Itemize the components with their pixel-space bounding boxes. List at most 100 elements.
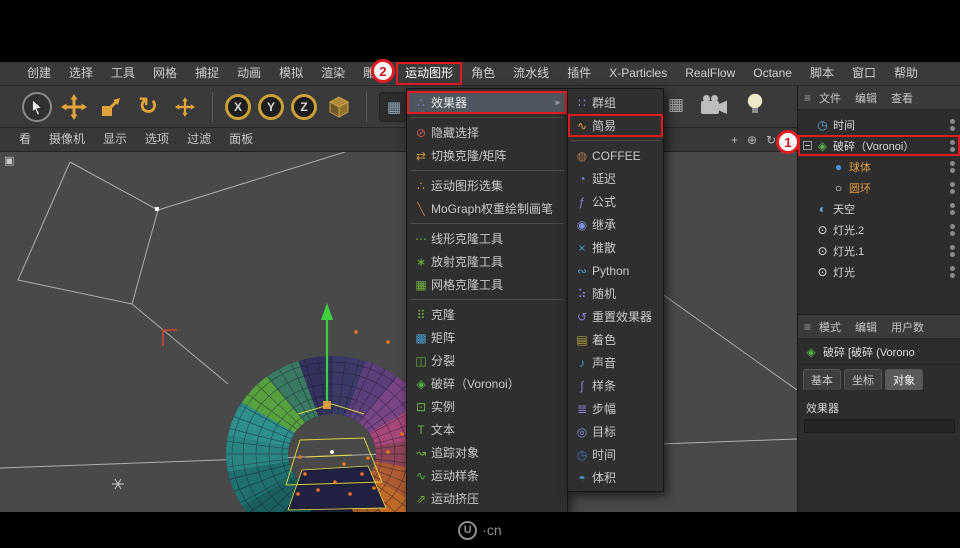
live-selection-tool[interactable] bbox=[22, 92, 52, 122]
mograph-menu-item-tracer[interactable]: ↝追踪对象 bbox=[407, 441, 567, 464]
om-menu-file[interactable]: 文件 bbox=[819, 90, 841, 106]
om-menu-view[interactable]: 查看 bbox=[891, 90, 913, 106]
mograph-menu-item-moextrude[interactable]: ⇗运动挤压 bbox=[407, 487, 567, 510]
object-row-light-2[interactable]: ⊙灯光.2 bbox=[798, 219, 960, 240]
effector-submenu-item-random[interactable]: ⠵随机 bbox=[568, 282, 663, 305]
mograph-menu-item-swap-cloner-matrix[interactable]: ⇄切换克隆/矩阵 bbox=[407, 144, 567, 167]
mograph-menu-item-voronoi-fracture[interactable]: ◈破碎（Voronoi） bbox=[407, 372, 567, 395]
menubar-item-window[interactable]: 窗口 bbox=[843, 62, 885, 85]
am-menu-edit[interactable]: 编辑 bbox=[855, 319, 877, 335]
visibility-toggles[interactable] bbox=[950, 224, 955, 236]
effector-submenu-item-step[interactable]: ≣步幅 bbox=[568, 397, 663, 420]
effector-submenu-item-shader[interactable]: ▤着色 bbox=[568, 328, 663, 351]
coordinate-system-button[interactable] bbox=[324, 92, 354, 122]
effector-submenu-item-group[interactable]: ∷群组 bbox=[568, 91, 663, 114]
mograph-menu-item-effectors[interactable]: ∴效果器► bbox=[407, 91, 567, 114]
floor-object-button[interactable]: ▦ bbox=[668, 95, 684, 115]
zoom-view-icon[interactable]: ⊕ bbox=[747, 133, 757, 147]
am-menu-user-data[interactable]: 用户数 bbox=[891, 319, 924, 335]
render-view-button[interactable]: ▦ bbox=[379, 92, 409, 122]
effector-submenu-item-coffee[interactable]: ◍COFFEE bbox=[568, 144, 663, 167]
object-row-voronoi-fracture[interactable]: ◈破碎（Voronoi） bbox=[798, 135, 960, 156]
mograph-menu-item-mospline[interactable]: ∿运动样条 bbox=[407, 464, 567, 487]
menubar-item-script[interactable]: 脚本 bbox=[801, 62, 843, 85]
mograph-menu-item-weight-paintbrush[interactable]: ╲MoGraph权重绘制画笔 bbox=[407, 197, 567, 220]
effector-submenu-item-inheritance[interactable]: ◉继承 bbox=[568, 213, 663, 236]
mograph-menu-item-linear-clone-tool[interactable]: ⋯线形克隆工具 bbox=[407, 227, 567, 250]
recent-tool-slot[interactable] bbox=[170, 92, 200, 122]
object-row-torus[interactable]: ○圆环 bbox=[798, 177, 960, 198]
menubar-item-octane[interactable]: Octane bbox=[744, 62, 801, 85]
viewport-menu-item-panel[interactable]: 面板 bbox=[220, 128, 262, 151]
visibility-toggles[interactable] bbox=[950, 119, 955, 131]
menubar-item-tools[interactable]: 工具 bbox=[102, 62, 144, 85]
mograph-menu-item-fracture[interactable]: ◫分裂 bbox=[407, 349, 567, 372]
rotate-view-icon[interactable]: ↻ bbox=[766, 133, 776, 147]
z-axis-lock-button[interactable]: Z bbox=[291, 94, 317, 120]
visibility-toggles[interactable] bbox=[950, 266, 955, 278]
mograph-menu-item-text[interactable]: T文本 bbox=[407, 418, 567, 441]
attribute-tab-basic[interactable]: 基本 bbox=[803, 369, 841, 391]
effector-submenu-item-sound[interactable]: ♪声音 bbox=[568, 351, 663, 374]
panel-menu-icon[interactable]: ≡ bbox=[804, 91, 811, 105]
y-axis-lock-button[interactable]: Y bbox=[258, 94, 284, 120]
mograph-menu-item-hide-selection[interactable]: ⊘隐藏选择 bbox=[407, 121, 567, 144]
menubar-item-simulate[interactable]: 模拟 bbox=[270, 62, 312, 85]
menubar-item-animate[interactable]: 动画 bbox=[228, 62, 270, 85]
effector-submenu-item-spline[interactable]: ∫样条 bbox=[568, 374, 663, 397]
light-object-button[interactable] bbox=[746, 92, 764, 118]
attribute-tab-object[interactable]: 对象 bbox=[885, 369, 923, 391]
menubar-item-render[interactable]: 渲染 bbox=[312, 62, 354, 85]
attribute-tab-coord[interactable]: 坐标 bbox=[844, 369, 882, 391]
visibility-toggles[interactable] bbox=[950, 245, 955, 257]
mograph-menu-item-grid-clone-tool[interactable]: ▦网格克隆工具 bbox=[407, 273, 567, 296]
visibility-toggles[interactable] bbox=[950, 161, 955, 173]
menubar-item-mograph[interactable]: 运动图形 bbox=[396, 62, 462, 85]
object-row-sphere[interactable]: ●球体 bbox=[798, 156, 960, 177]
viewport-menu-item-filter[interactable]: 过滤 bbox=[178, 128, 220, 151]
om-menu-edit[interactable]: 编辑 bbox=[855, 90, 877, 106]
effector-submenu-item-reeffector[interactable]: ↺重置效果器 bbox=[568, 305, 663, 328]
viewport-canvas[interactable] bbox=[0, 152, 797, 512]
menubar-item-mesh[interactable]: 网格 bbox=[144, 62, 186, 85]
mograph-menu-item-matrix[interactable]: ▩矩阵 bbox=[407, 326, 567, 349]
pan-view-icon[interactable]: + bbox=[731, 133, 738, 147]
object-row-light-1[interactable]: ⊙灯光.1 bbox=[798, 240, 960, 261]
object-row-time[interactable]: ◷时间 bbox=[798, 114, 960, 135]
visibility-toggles[interactable] bbox=[950, 140, 955, 152]
effectors-list-field[interactable] bbox=[804, 419, 955, 433]
viewport-menu-item-options[interactable]: 选项 bbox=[136, 128, 178, 151]
effector-submenu-item-formula[interactable]: ƒ公式 bbox=[568, 190, 663, 213]
mograph-menu-item-cloner[interactable]: ⠿克隆 bbox=[407, 303, 567, 326]
panel-menu-icon[interactable]: ≡ bbox=[804, 320, 811, 334]
scale-tool[interactable] bbox=[96, 92, 126, 122]
move-tool[interactable] bbox=[59, 92, 89, 122]
effector-submenu-item-push-apart[interactable]: ×推散 bbox=[568, 236, 663, 259]
effector-submenu-item-delay[interactable]: ◔延迟 bbox=[568, 167, 663, 190]
effector-submenu-item-time[interactable]: ◷时间 bbox=[568, 443, 663, 466]
effector-submenu-item-python[interactable]: ∾Python bbox=[568, 259, 663, 282]
menubar-item-pipeline[interactable]: 流水线 bbox=[504, 62, 558, 85]
visibility-toggles[interactable] bbox=[950, 203, 955, 215]
effector-submenu-item-plain[interactable]: ∿简易 bbox=[568, 114, 663, 137]
mograph-menu-item-instance[interactable]: ⊡实例 bbox=[407, 395, 567, 418]
expand-collapse-toggle[interactable] bbox=[803, 141, 812, 150]
menubar-item-help[interactable]: 帮助 bbox=[885, 62, 927, 85]
object-row-light[interactable]: ⊙灯光 bbox=[798, 261, 960, 282]
visibility-toggles[interactable] bbox=[950, 182, 955, 194]
menubar-item-x-particles[interactable]: X-Particles bbox=[600, 62, 676, 85]
menubar-item-character[interactable]: 角色 bbox=[462, 62, 504, 85]
menubar-item-select[interactable]: 选择 bbox=[60, 62, 102, 85]
camera-object-button[interactable] bbox=[700, 94, 730, 116]
object-row-sky[interactable]: ◐天空 bbox=[798, 198, 960, 219]
rotate-tool[interactable]: ↻ bbox=[133, 92, 163, 122]
viewport-menu-item-display[interactable]: 显示 bbox=[94, 128, 136, 151]
x-axis-lock-button[interactable]: X bbox=[225, 94, 251, 120]
effector-submenu-item-target[interactable]: ◎目标 bbox=[568, 420, 663, 443]
mograph-menu-item-radial-clone-tool[interactable]: ∗放射克隆工具 bbox=[407, 250, 567, 273]
effector-submenu-item-volume[interactable]: ◓体积 bbox=[568, 466, 663, 489]
am-menu-mode[interactable]: 模式 bbox=[819, 319, 841, 335]
viewport-menu-item-cameras[interactable]: 摄像机 bbox=[40, 128, 94, 151]
menubar-item-snap[interactable]: 捕捉 bbox=[186, 62, 228, 85]
mograph-menu-item-mograph-selection[interactable]: ∴运动图形选集 bbox=[407, 174, 567, 197]
